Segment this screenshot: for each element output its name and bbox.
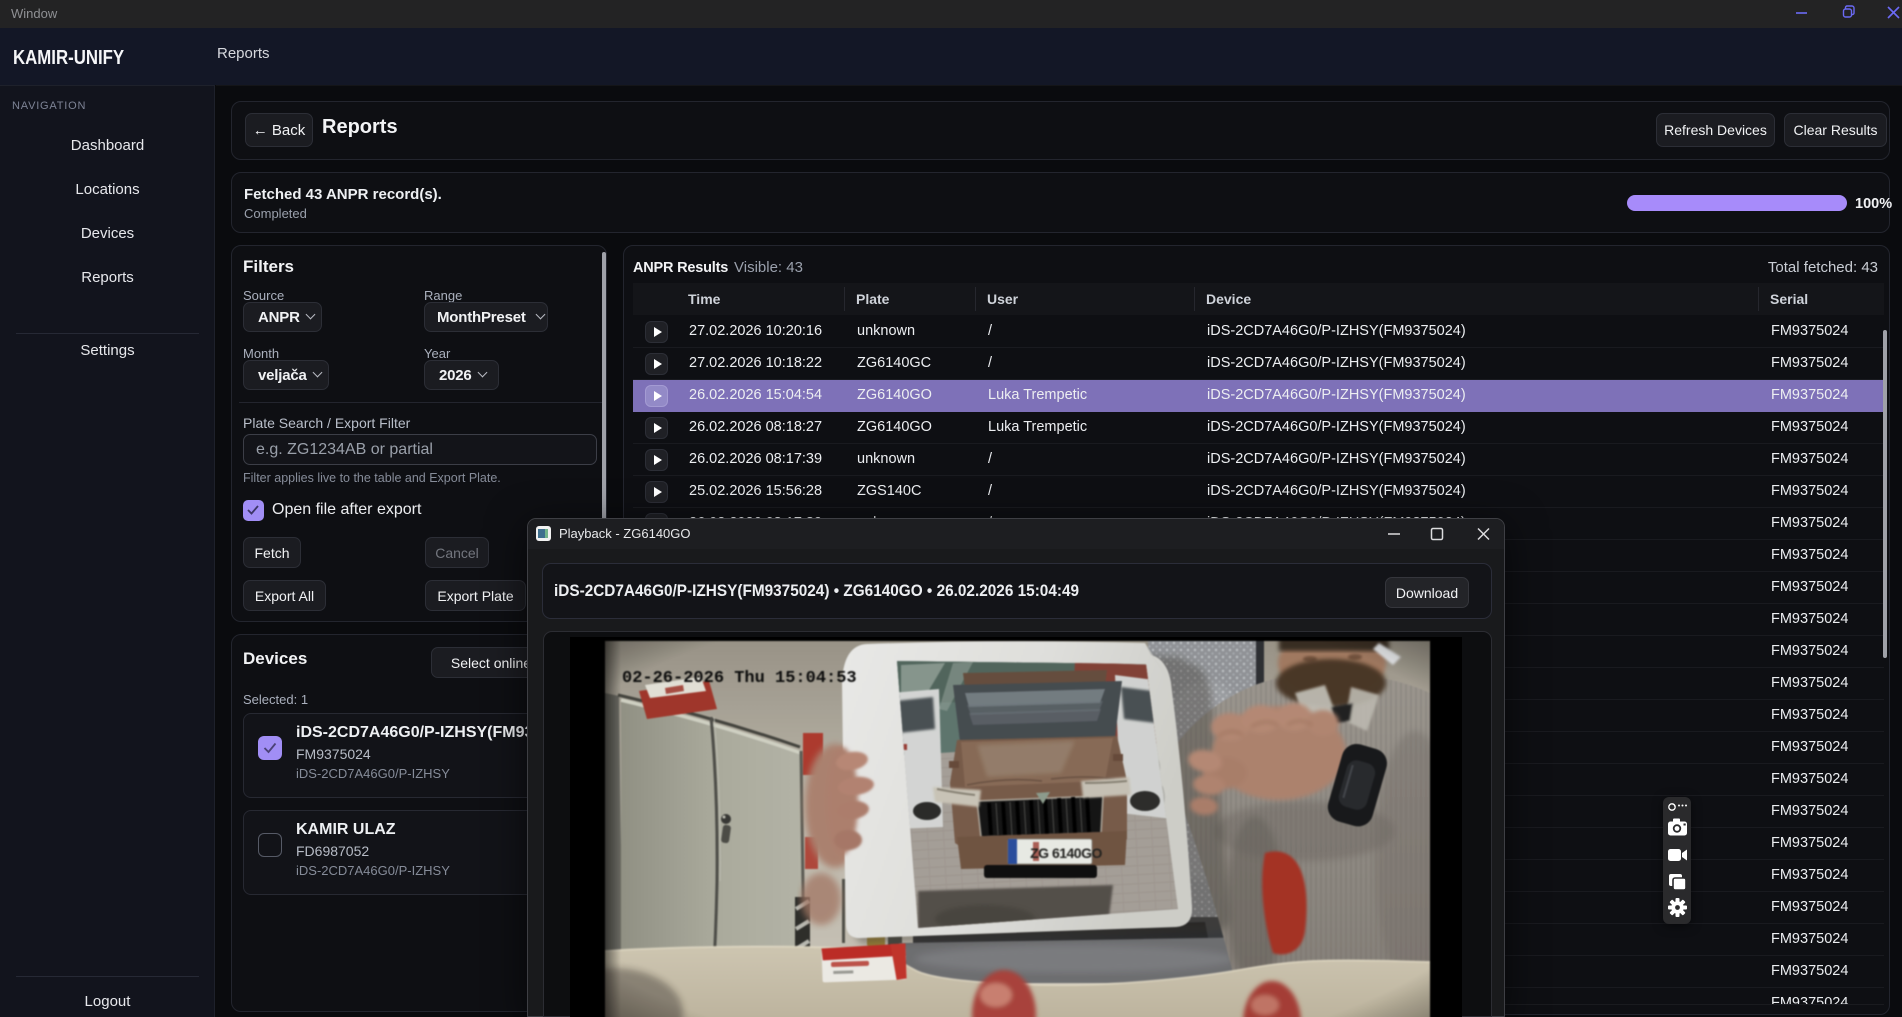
svg-text:02-26-2026 Thu 15:04:53: 02-26-2026 Thu 15:04:53 [622, 669, 857, 688]
